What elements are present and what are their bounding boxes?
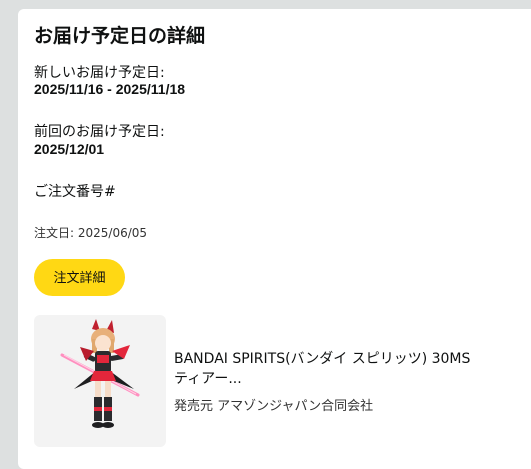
previous-delivery-value: 2025/12/01 bbox=[34, 141, 105, 157]
product-title-line2: ティアー... bbox=[174, 371, 242, 387]
product-title[interactable]: BANDAI SPIRITS(バンダイ スピリッツ) 30MS ティアー... bbox=[174, 349, 514, 389]
order-number-label: ご注文番号# bbox=[34, 184, 116, 200]
previous-delivery-label: 前回のお届け予定日: bbox=[34, 124, 165, 140]
product-seller: 発売元 アマゾンジャパン合同会社 bbox=[174, 399, 374, 414]
product-title-line1: BANDAI SPIRITS(バンダイ スピリッツ) 30MS bbox=[174, 351, 471, 367]
figure-icon bbox=[60, 319, 140, 428]
page-title: お届け予定日の詳細 bbox=[34, 25, 206, 47]
order-date: 注文日: 2025/06/05 bbox=[34, 226, 148, 240]
new-delivery-label: 新しいお届け予定日: bbox=[34, 65, 165, 81]
new-delivery-value: 2025/11/16 - 2025/11/18 bbox=[34, 81, 186, 97]
order-details-button[interactable]: 注文詳細 bbox=[34, 259, 125, 296]
product-image[interactable] bbox=[34, 315, 166, 447]
